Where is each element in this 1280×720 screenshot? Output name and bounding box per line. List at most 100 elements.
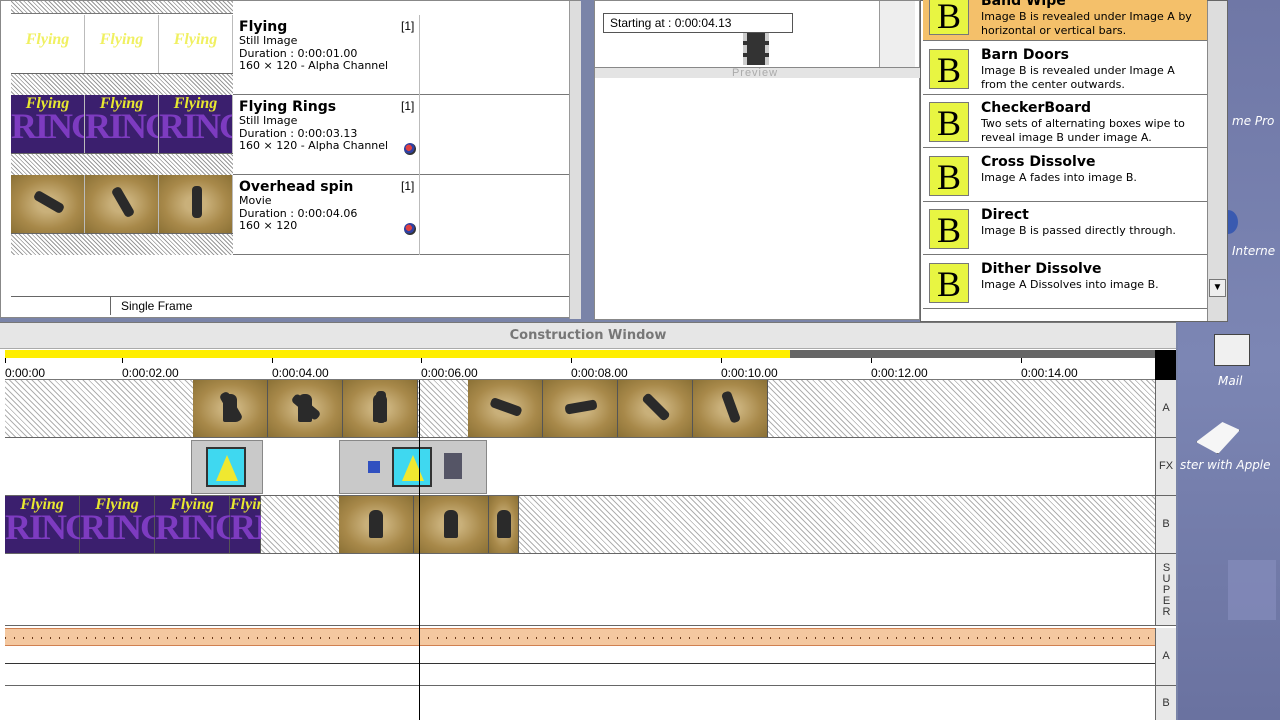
project-scrollbar[interactable] bbox=[569, 1, 581, 319]
project-item-count: [1] bbox=[401, 99, 415, 113]
audio-track-a-body[interactable] bbox=[5, 646, 1155, 686]
desktop-label-register[interactable]: ster with Apple bbox=[1180, 458, 1271, 472]
thumbnail-frame: FlyingRING bbox=[85, 95, 159, 153]
ruler-tick-label: 0:00:02.00 bbox=[122, 366, 179, 380]
track-label-b: B bbox=[1155, 496, 1176, 554]
desktop-label-mail[interactable]: Mail bbox=[1218, 374, 1242, 388]
mail-icon[interactable] bbox=[1214, 334, 1250, 366]
track-label-super: SUPER bbox=[1155, 554, 1176, 626]
project-divider bbox=[419, 175, 420, 255]
clip-frame bbox=[543, 380, 618, 437]
project-divider bbox=[419, 95, 420, 175]
project-item[interactable]: Overhead spin Movie Duration : 0:00:04.06 1… bbox=[11, 175, 569, 255]
fx-settings-icon[interactable] bbox=[444, 453, 462, 479]
fx-transition-1[interactable] bbox=[191, 440, 263, 494]
project-item[interactable]: FlyingRINGFlyingRINGFlyingRINGFlying Rin… bbox=[11, 95, 569, 175]
track-fx[interactable] bbox=[5, 438, 1155, 496]
clip-b-2[interactable] bbox=[339, 496, 519, 553]
desktop-label-top[interactable]: me Pro bbox=[1232, 114, 1274, 128]
transition-item[interactable]: B Band Wipe Image B is revealed under Imag… bbox=[923, 0, 1207, 41]
rings-ring-text: RING bbox=[80, 507, 168, 547]
clip-a-2[interactable] bbox=[468, 380, 781, 437]
rings-ring-text: RING bbox=[155, 507, 243, 547]
track-video-b[interactable]: FlyingRINGFlyingRINGFlyingRINGFlyingRING bbox=[5, 496, 1155, 554]
transition-item[interactable]: B Dither Dissolve Image A Dissolves into i… bbox=[923, 256, 1207, 309]
project-item-count: [1] bbox=[401, 19, 415, 33]
transition-description: Image B is revealed under Image A by hor… bbox=[981, 10, 1192, 37]
status-box[interactable] bbox=[11, 297, 111, 315]
fx-transition-2[interactable] bbox=[339, 440, 487, 494]
transition-description: Image B is revealed under Image A from t… bbox=[981, 63, 1175, 91]
preview-label[interactable]: Preview bbox=[705, 67, 805, 79]
clip-frame: FlyingRING bbox=[80, 496, 168, 553]
ruler-tick-mark bbox=[421, 358, 422, 363]
ruler-tick-label: 0:00:10.00 bbox=[721, 366, 778, 380]
thumbnail-frame bbox=[159, 175, 233, 233]
ruler-tick-mark bbox=[5, 358, 6, 363]
transition-item[interactable]: B Barn Doors Image B is revealed under Ima… bbox=[923, 42, 1207, 95]
transition-b-icon: B bbox=[929, 262, 969, 304]
ruler-tick-mark bbox=[122, 358, 123, 363]
ruler-tick-mark bbox=[571, 358, 572, 363]
clip-frame: FlyingRING bbox=[5, 496, 93, 553]
scroll-down-arrow-icon[interactable]: ▼ bbox=[1209, 279, 1226, 297]
track-label-fx: FX bbox=[1155, 438, 1176, 496]
transition-item[interactable]: B Direct Image B is passed directly throug… bbox=[923, 203, 1207, 255]
project-item-count: [1] bbox=[401, 179, 415, 193]
clip-rings[interactable]: FlyingRINGFlyingRINGFlyingRINGFlyingRING bbox=[5, 496, 261, 553]
project-status-bar: Single Frame bbox=[11, 296, 569, 315]
construction-window-title[interactable]: Construction Window bbox=[0, 323, 1176, 349]
thumb-ring-text: RING bbox=[11, 106, 84, 146]
transition-description: Two sets of alternating boxes wipe to re… bbox=[981, 117, 1185, 144]
transitions-window: B Band Wipe Image B is revealed under Imag… bbox=[920, 0, 1228, 322]
clip-a-1[interactable] bbox=[193, 380, 418, 437]
ruler-tick-label: 0:00:14.00 bbox=[1021, 366, 1078, 380]
transition-name: CheckerBoard bbox=[981, 100, 1092, 116]
playhead[interactable] bbox=[419, 380, 420, 720]
thumbnail-frame: Flying bbox=[159, 15, 233, 73]
clip-frame bbox=[339, 496, 414, 553]
clip-frame bbox=[468, 380, 543, 437]
single-frame-label[interactable]: Single Frame bbox=[121, 299, 192, 313]
desktop-label-internet[interactable]: Interne bbox=[1232, 244, 1275, 258]
transitions-scrollbar[interactable]: ▼ bbox=[1207, 1, 1227, 321]
ruler-tick-mark bbox=[272, 358, 273, 363]
project-item-info: Flying Rings Still Image Duration : 0:00:0… bbox=[239, 99, 419, 153]
transition-b-icon: B bbox=[929, 48, 969, 90]
project-item-type: Movie bbox=[239, 194, 272, 207]
band-wipe-icon[interactable] bbox=[392, 447, 432, 487]
transition-b-icon: B bbox=[929, 0, 969, 36]
work-area-bar[interactable] bbox=[5, 350, 1155, 358]
project-item[interactable]: Flying Flying Flying Flying Still Image Durat… bbox=[11, 15, 569, 95]
transition-item[interactable]: B CheckerBoard Two sets of alternating box… bbox=[923, 96, 1207, 148]
transition-name: Direct bbox=[981, 207, 1029, 223]
time-ruler[interactable]: 0:00:00 0:00:02.00 0:00:04.00 0:00:06.00 0:0… bbox=[5, 358, 1155, 380]
rings-ring-text: RING bbox=[230, 507, 261, 547]
clip-frame bbox=[193, 380, 268, 437]
fx-direction-icon[interactable] bbox=[368, 461, 380, 473]
transition-item[interactable]: B Cross Dissolve Image A fades into image … bbox=[923, 149, 1207, 202]
clip-frame bbox=[343, 380, 418, 437]
register-icon[interactable] bbox=[1196, 422, 1240, 454]
transition-b-icon: B bbox=[929, 155, 969, 197]
project-item-name: Overhead spin bbox=[239, 179, 354, 195]
transition-name: Band Wipe bbox=[981, 0, 1066, 9]
transition-icon[interactable] bbox=[206, 447, 246, 487]
work-area-fill[interactable] bbox=[5, 350, 790, 358]
track-label-a: A bbox=[1155, 380, 1176, 438]
track-super[interactable] bbox=[5, 554, 1155, 626]
audio-track-b[interactable] bbox=[5, 686, 1155, 720]
track-label-audio-b: B bbox=[1155, 686, 1176, 720]
ruler-tick-mark bbox=[871, 358, 872, 363]
project-item-name: Flying bbox=[239, 19, 288, 35]
audio-track-a[interactable] bbox=[5, 628, 1155, 646]
transition-b-icon: B bbox=[929, 102, 969, 143]
thumbnail-frame: Flying bbox=[11, 15, 85, 73]
thumb-ring-text: RING bbox=[85, 106, 158, 146]
track-video-a[interactable] bbox=[5, 380, 1155, 438]
transition-name: Dither Dissolve bbox=[981, 260, 1102, 277]
clip-frame bbox=[414, 496, 489, 553]
mac-logo-icon bbox=[1228, 560, 1276, 620]
ruler-tick-mark bbox=[1021, 358, 1022, 363]
thumb-flying-text: Flying bbox=[99, 31, 144, 48]
